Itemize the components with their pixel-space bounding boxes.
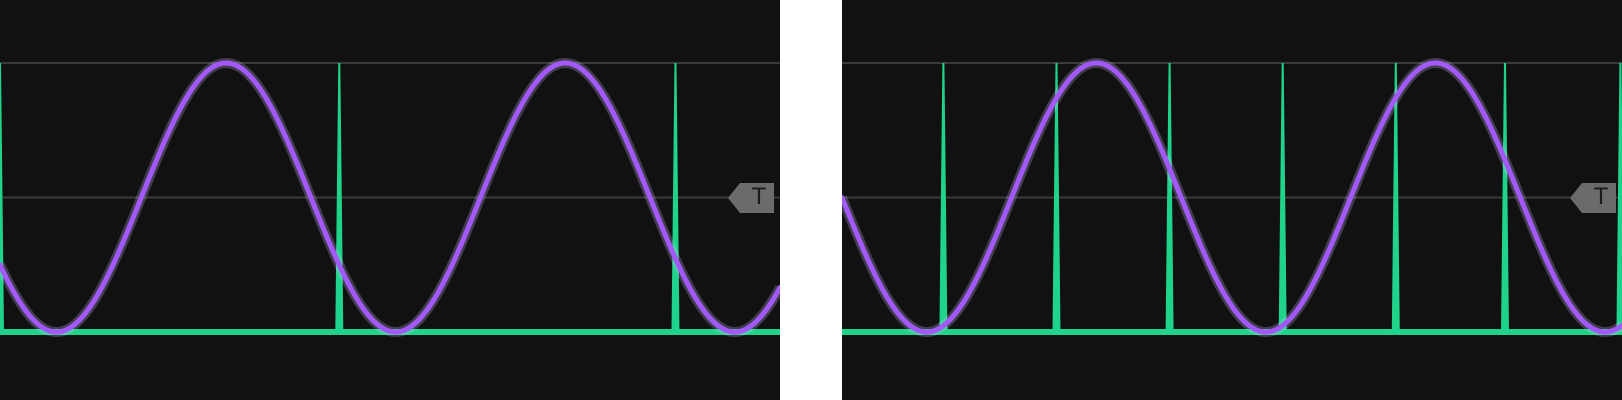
scope-panel-left: T [0,0,780,400]
scope-chart-right [842,58,1622,337]
trigger-level-marker-right[interactable]: T [1570,183,1616,213]
trigger-level-marker-left[interactable]: T [728,183,774,213]
trigger-label-right: T [1594,185,1608,210]
scope-panel-right: T [842,0,1622,400]
scope-chart-left [0,58,780,337]
trigger-label-left: T [752,185,766,210]
